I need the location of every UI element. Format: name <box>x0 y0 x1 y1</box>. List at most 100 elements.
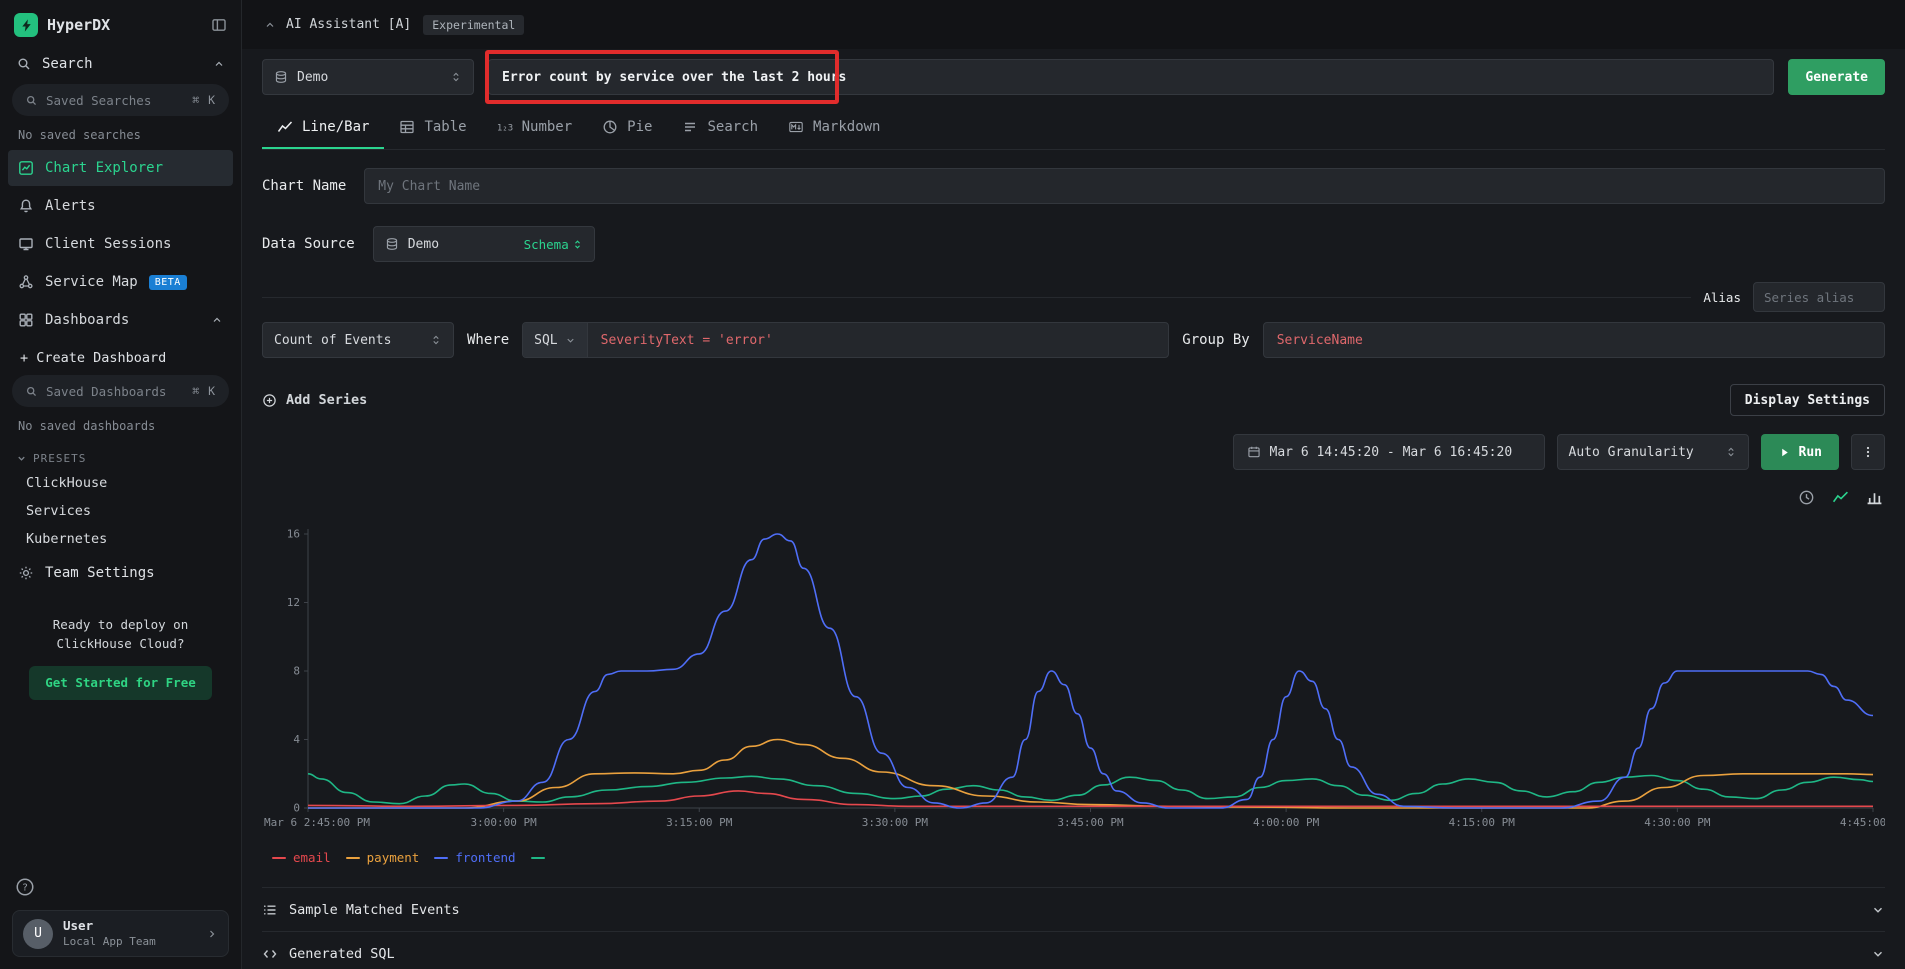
bottom-panels: Sample Matched Events Generated SQL <box>262 887 1885 969</box>
legend-item-payment[interactable]: payment <box>346 850 420 865</box>
saved-searches-placeholder: Saved Searches <box>46 93 184 108</box>
sidebar-item-team-settings[interactable]: Team Settings <box>0 553 241 593</box>
code-icon <box>262 946 278 962</box>
chevron-up-icon <box>213 58 225 70</box>
create-dashboard-button[interactable]: + Create Dashboard <box>0 339 241 372</box>
user-meta: User Local App Team <box>63 918 196 949</box>
time-range-picker[interactable]: Mar 6 14:45:20 - Mar 6 16:45:20 <box>1233 434 1545 470</box>
time-toggle-button[interactable] <box>1795 486 1817 508</box>
presets-section-header[interactable]: PRESETS <box>0 440 241 469</box>
display-settings-button[interactable]: Display Settings <box>1730 384 1885 416</box>
preset-services[interactable]: Services <box>0 497 241 525</box>
tab-label: Search <box>707 119 758 135</box>
more-options-button[interactable] <box>1851 434 1885 470</box>
alias-label: Alias <box>1703 290 1741 305</box>
sidebar-item-alerts[interactable]: Alerts <box>8 188 233 224</box>
chart-name-input[interactable] <box>364 168 1885 204</box>
line-view-toggle-icon[interactable] <box>1829 486 1851 508</box>
get-started-button[interactable]: Get Started for Free <box>29 666 212 700</box>
bell-icon <box>18 198 34 214</box>
bar-view-toggle-icon[interactable] <box>1863 486 1885 508</box>
no-saved-searches-text: No saved searches <box>0 119 241 149</box>
add-series-button[interactable]: Add Series <box>262 392 367 408</box>
legend-item-email[interactable]: email <box>272 850 331 865</box>
tab-label: Markdown <box>813 119 880 135</box>
group-by-input[interactable]: ServiceName <box>1263 322 1885 358</box>
search-section-header[interactable]: Search <box>0 47 241 81</box>
data-source-select[interactable]: Demo Schema <box>373 226 595 262</box>
sidebar-item-client-sessions[interactable]: Client Sessions <box>8 226 233 262</box>
ai-prompt-row: Demo Generate <box>262 58 1885 96</box>
markdown-icon <box>788 119 804 135</box>
timeseries-chart[interactable]: 0481216Mar 6 2:45:00 PM3:00:00 PM3:15:00… <box>262 520 1885 840</box>
chart-explorer-icon <box>18 160 34 176</box>
where-expression-input[interactable]: SeverityText = 'error' <box>588 333 786 348</box>
svg-text:3:45:00 PM: 3:45:00 PM <box>1057 816 1124 829</box>
updown-chevron-icon <box>1725 446 1737 458</box>
nav-label: Dashboards <box>45 312 129 328</box>
run-controls-row: Mar 6 14:45:20 - Mar 6 16:45:20 Auto Gra… <box>262 434 1885 470</box>
run-button[interactable]: Run <box>1761 434 1839 470</box>
schema-link[interactable]: Schema <box>524 237 583 252</box>
sidebar-item-dashboards[interactable]: Dashboards <box>8 302 233 338</box>
legend-dash <box>434 857 448 859</box>
ai-assistant-toggle[interactable]: AI Assistant [A] <box>264 17 411 32</box>
database-icon <box>274 70 288 84</box>
divider <box>262 297 1691 298</box>
brand[interactable]: HyperDX <box>14 13 110 37</box>
tab-line-bar[interactable]: Line/Bar <box>262 106 384 149</box>
run-label: Run <box>1799 445 1822 460</box>
number-123-icon: 1₂3 <box>497 119 513 135</box>
avatar: U <box>23 919 53 949</box>
tab-label: Line/Bar <box>302 119 369 135</box>
beta-badge: BETA <box>149 275 187 290</box>
chart-name-row: Chart Name <box>262 168 1885 204</box>
user-name: User <box>63 918 196 934</box>
legend-item-frontend[interactable]: frontend <box>434 850 515 865</box>
svg-text:4:00:00 PM: 4:00:00 PM <box>1253 816 1320 829</box>
schema-link-label: Schema <box>524 237 569 252</box>
search-section-icon <box>16 56 32 72</box>
preset-clickhouse[interactable]: ClickHouse <box>0 469 241 497</box>
ai-source-select[interactable]: Demo <box>262 59 474 95</box>
legend-item-unnamed[interactable] <box>531 857 552 859</box>
chart-explorer-page: Demo Generate Line/Bar <box>242 49 1905 969</box>
collapse-sidebar-icon[interactable] <box>211 17 227 33</box>
chart-area: 0481216Mar 6 2:45:00 PM3:00:00 PM3:15:00… <box>262 520 1885 865</box>
monitor-icon <box>18 236 34 252</box>
saved-dashboards-placeholder: Saved Dashboards <box>46 384 184 399</box>
help-button[interactable]: ? <box>12 874 38 900</box>
tab-markdown[interactable]: Markdown <box>773 106 895 149</box>
tab-pie[interactable]: Pie <box>587 106 667 149</box>
svg-text:4:30:00 PM: 4:30:00 PM <box>1644 816 1711 829</box>
sidebar-item-service-map[interactable]: Service Map BETA <box>8 264 233 300</box>
chevron-down-icon <box>565 335 576 346</box>
alias-input[interactable] <box>1753 282 1885 312</box>
svg-text:0: 0 <box>293 802 300 815</box>
tab-label: Number <box>522 119 573 135</box>
nav-label: Alerts <box>45 198 96 214</box>
tab-number[interactable]: 1₂3 Number <box>482 106 588 149</box>
search-section-label: Search <box>42 56 93 72</box>
granularity-select[interactable]: Auto Granularity <box>1557 434 1749 470</box>
pie-chart-icon <box>602 119 618 135</box>
chart-type-tabs: Line/Bar Table 1₂3 Number <box>262 106 1885 150</box>
sample-matched-events-row[interactable]: Sample Matched Events <box>262 887 1885 931</box>
tab-table[interactable]: Table <box>384 106 481 149</box>
generated-sql-row[interactable]: Generated SQL <box>262 931 1885 969</box>
saved-dashboards-input[interactable]: Saved Dashboards ⌘ K <box>12 375 229 407</box>
tab-search[interactable]: Search <box>667 106 773 149</box>
saved-searches-shortcut: ⌘ K <box>192 93 216 107</box>
user-menu[interactable]: U User Local App Team <box>12 910 229 957</box>
sidebar-item-chart-explorer[interactable]: Chart Explorer <box>8 150 233 186</box>
ai-prompt-input[interactable] <box>488 59 1774 95</box>
saved-searches-input[interactable]: Saved Searches ⌘ K <box>12 84 229 116</box>
presets-label: PRESETS <box>33 452 86 465</box>
language-select[interactable]: SQL <box>523 323 587 357</box>
nav-label: Client Sessions <box>45 236 171 252</box>
ai-prompt-wrap <box>488 59 1774 95</box>
generate-button[interactable]: Generate <box>1788 59 1885 95</box>
aggregation-select[interactable]: Count of Events <box>262 322 454 358</box>
preset-kubernetes[interactable]: Kubernetes <box>0 525 241 553</box>
sample-matched-events-label: Sample Matched Events <box>289 902 460 918</box>
